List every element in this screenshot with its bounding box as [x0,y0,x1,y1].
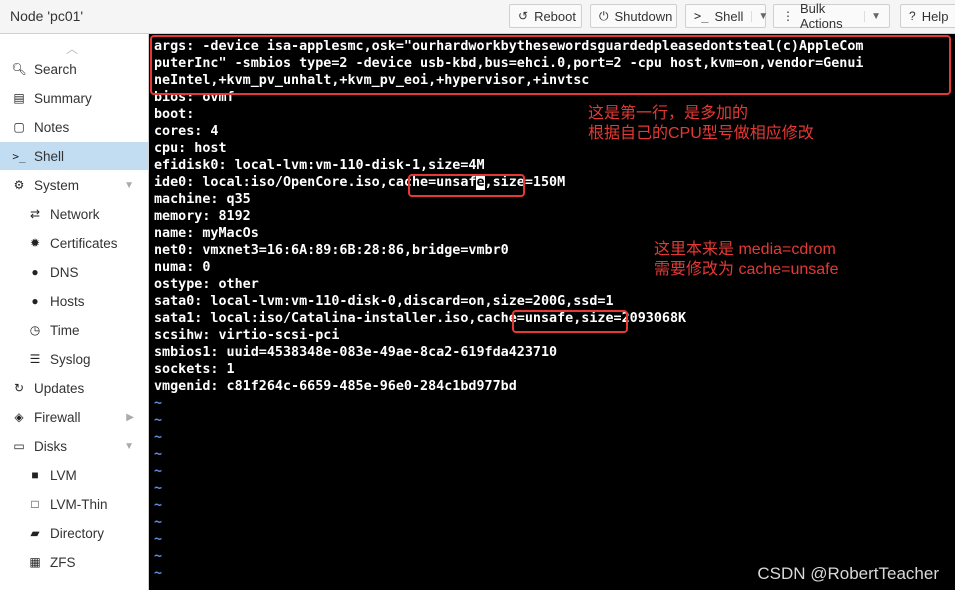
terminal-icon: >_ [694,9,709,23]
sidebar-item-zfs[interactable]: ▦ ZFS [0,548,148,576]
empty-buffer-line: ~ [154,481,163,496]
empty-buffer-line: ~ [154,396,163,411]
clock-icon: ◷ [29,323,41,337]
exchange-icon: ⇄ [29,207,41,221]
empty-buffer-line: ~ [154,532,163,547]
empty-buffer-line: ~ [154,515,163,530]
sidebar-item-dns[interactable]: ● DNS [0,258,148,286]
gears-icon: ⚙ [13,178,25,192]
terminal-line: smbios1: uuid=4538348e-083e-49ae-8ca2-61… [154,345,558,360]
chevron-down-icon: ▼ [124,179,134,191]
sidebar-item-lvm[interactable]: ■ LVM [0,461,148,489]
empty-buffer-line: ~ [154,413,163,428]
folder-icon: ▰ [30,526,40,540]
empty-buffer-line: ~ [154,549,163,564]
sidebar-item-updates[interactable]: ↻ Updates [0,374,148,402]
node-title: Node 'pc01' [10,8,84,24]
chevron-down-icon[interactable]: ▼ [864,10,881,22]
highlight-args-line [150,35,951,95]
refresh-icon: ↻ [13,381,25,395]
empty-buffer-line: ~ [154,447,163,462]
globe-icon: ● [31,265,39,279]
hdd-icon: ▭ [13,439,25,453]
help-button[interactable]: ? Help [900,4,955,28]
note-icon: ▢ [13,120,25,134]
shutdown-button[interactable]: ⏻ Shutdown [590,4,677,28]
chevron-right-icon: ▶ [126,411,134,423]
sidebar-item-search[interactable]: 🔍︎ Search [0,55,148,83]
square-icon: ■ [31,468,39,482]
sidebar-item-directory[interactable]: ▰ Directory [0,519,148,547]
reboot-button[interactable]: ↺ Reboot [509,4,582,28]
sidebar-item-summary[interactable]: ▤ Summary [0,84,148,112]
list-icon: ☰ [29,352,41,366]
sidebar-item-disks[interactable]: ▭ Disks ▼ [0,432,148,460]
node-toolbar: Node 'pc01' ↺ Reboot ⏻ Shutdown >_ Shell ▼ ⋮… [0,0,955,34]
annotation-cache: 这里本来是 media=cdrom 需要修改为 cache=unsafe [654,241,839,278]
terminal-icon: >_ [12,149,26,163]
shell-terminal[interactable]: args: -device isa-applesmc,osk="ourhardw… [149,34,955,590]
chevron-down-icon[interactable]: ▼ [751,10,768,22]
power-icon: ⏻ [599,8,609,23]
terminal-line: memory: 8192 [154,209,251,224]
ellipsis-vertical-icon: ⋮ [782,9,794,23]
sidebar-item-time[interactable]: ◷ Time [0,316,148,344]
empty-buffer-line: ~ [154,498,163,513]
question-circle-icon: ? [909,9,916,23]
highlight-sata1-cache [512,310,628,333]
sidebar-item-shell[interactable]: >_ Shell [0,142,148,170]
shield-icon: ◈ [14,410,24,424]
empty-buffer-line: ~ [154,430,163,445]
sidebar-item-network[interactable]: ⇄ Network [0,200,148,228]
terminal-line: sockets: 1 [154,362,235,377]
watermark: CSDN @RobertTeacher [757,564,939,583]
bulk-actions-button[interactable]: ⋮ Bulk Actions ▼ [773,1,890,31]
shell-button[interactable]: >_ Shell ▼ [685,4,768,28]
chevron-down-icon: ▼ [124,440,134,452]
terminal-line: efidisk0: local-lvm:vm-110-disk-1,size=4… [154,158,485,173]
certificate-icon: ✹ [29,236,41,250]
terminal-line: sata1: local:iso/Catalina-installer.iso,… [154,311,687,326]
annotation-args: 这是第一行，是多加的 根据自己的CPU型号做相应修改 [588,105,814,142]
sidebar-item-certificates[interactable]: ✹ Certificates [0,229,148,257]
empty-buffer-line: ~ [154,464,163,479]
terminal-line: vmgenid: c81f264c-6659-485e-96e0-284c1bd… [154,379,517,394]
sidebar-item-syslog[interactable]: ☰ Syslog [0,345,148,373]
sidebar-item-firewall[interactable]: ◈ Firewall ▶ [0,403,148,431]
terminal-line: scsihw: virtio-scsi-pci [154,328,340,343]
square-outline-icon: □ [31,497,39,511]
undo-icon: ↺ [518,9,529,23]
sidebar-item-notes[interactable]: ▢ Notes [0,113,148,141]
sidebar-item-lvm-thin[interactable]: □ LVM-Thin [0,490,148,518]
sidebar-nav: ︿ 🔍︎ Search ▤ Summary ▢ Notes >_ Shell ⚙ Syst… [0,34,149,590]
globe-icon: ● [31,294,39,308]
terminal-line: sata0: local-lvm:vm-110-disk-0,discard=o… [154,294,614,309]
sidebar-item-system[interactable]: ⚙ System ▼ [0,171,148,199]
book-icon: ▤ [13,91,25,105]
th-large-icon: ▦ [29,555,41,569]
sidebar-item-hosts[interactable]: ● Hosts [0,287,148,315]
search-icon: 🔍︎ [11,62,27,76]
highlight-ide0-cache [408,174,525,197]
